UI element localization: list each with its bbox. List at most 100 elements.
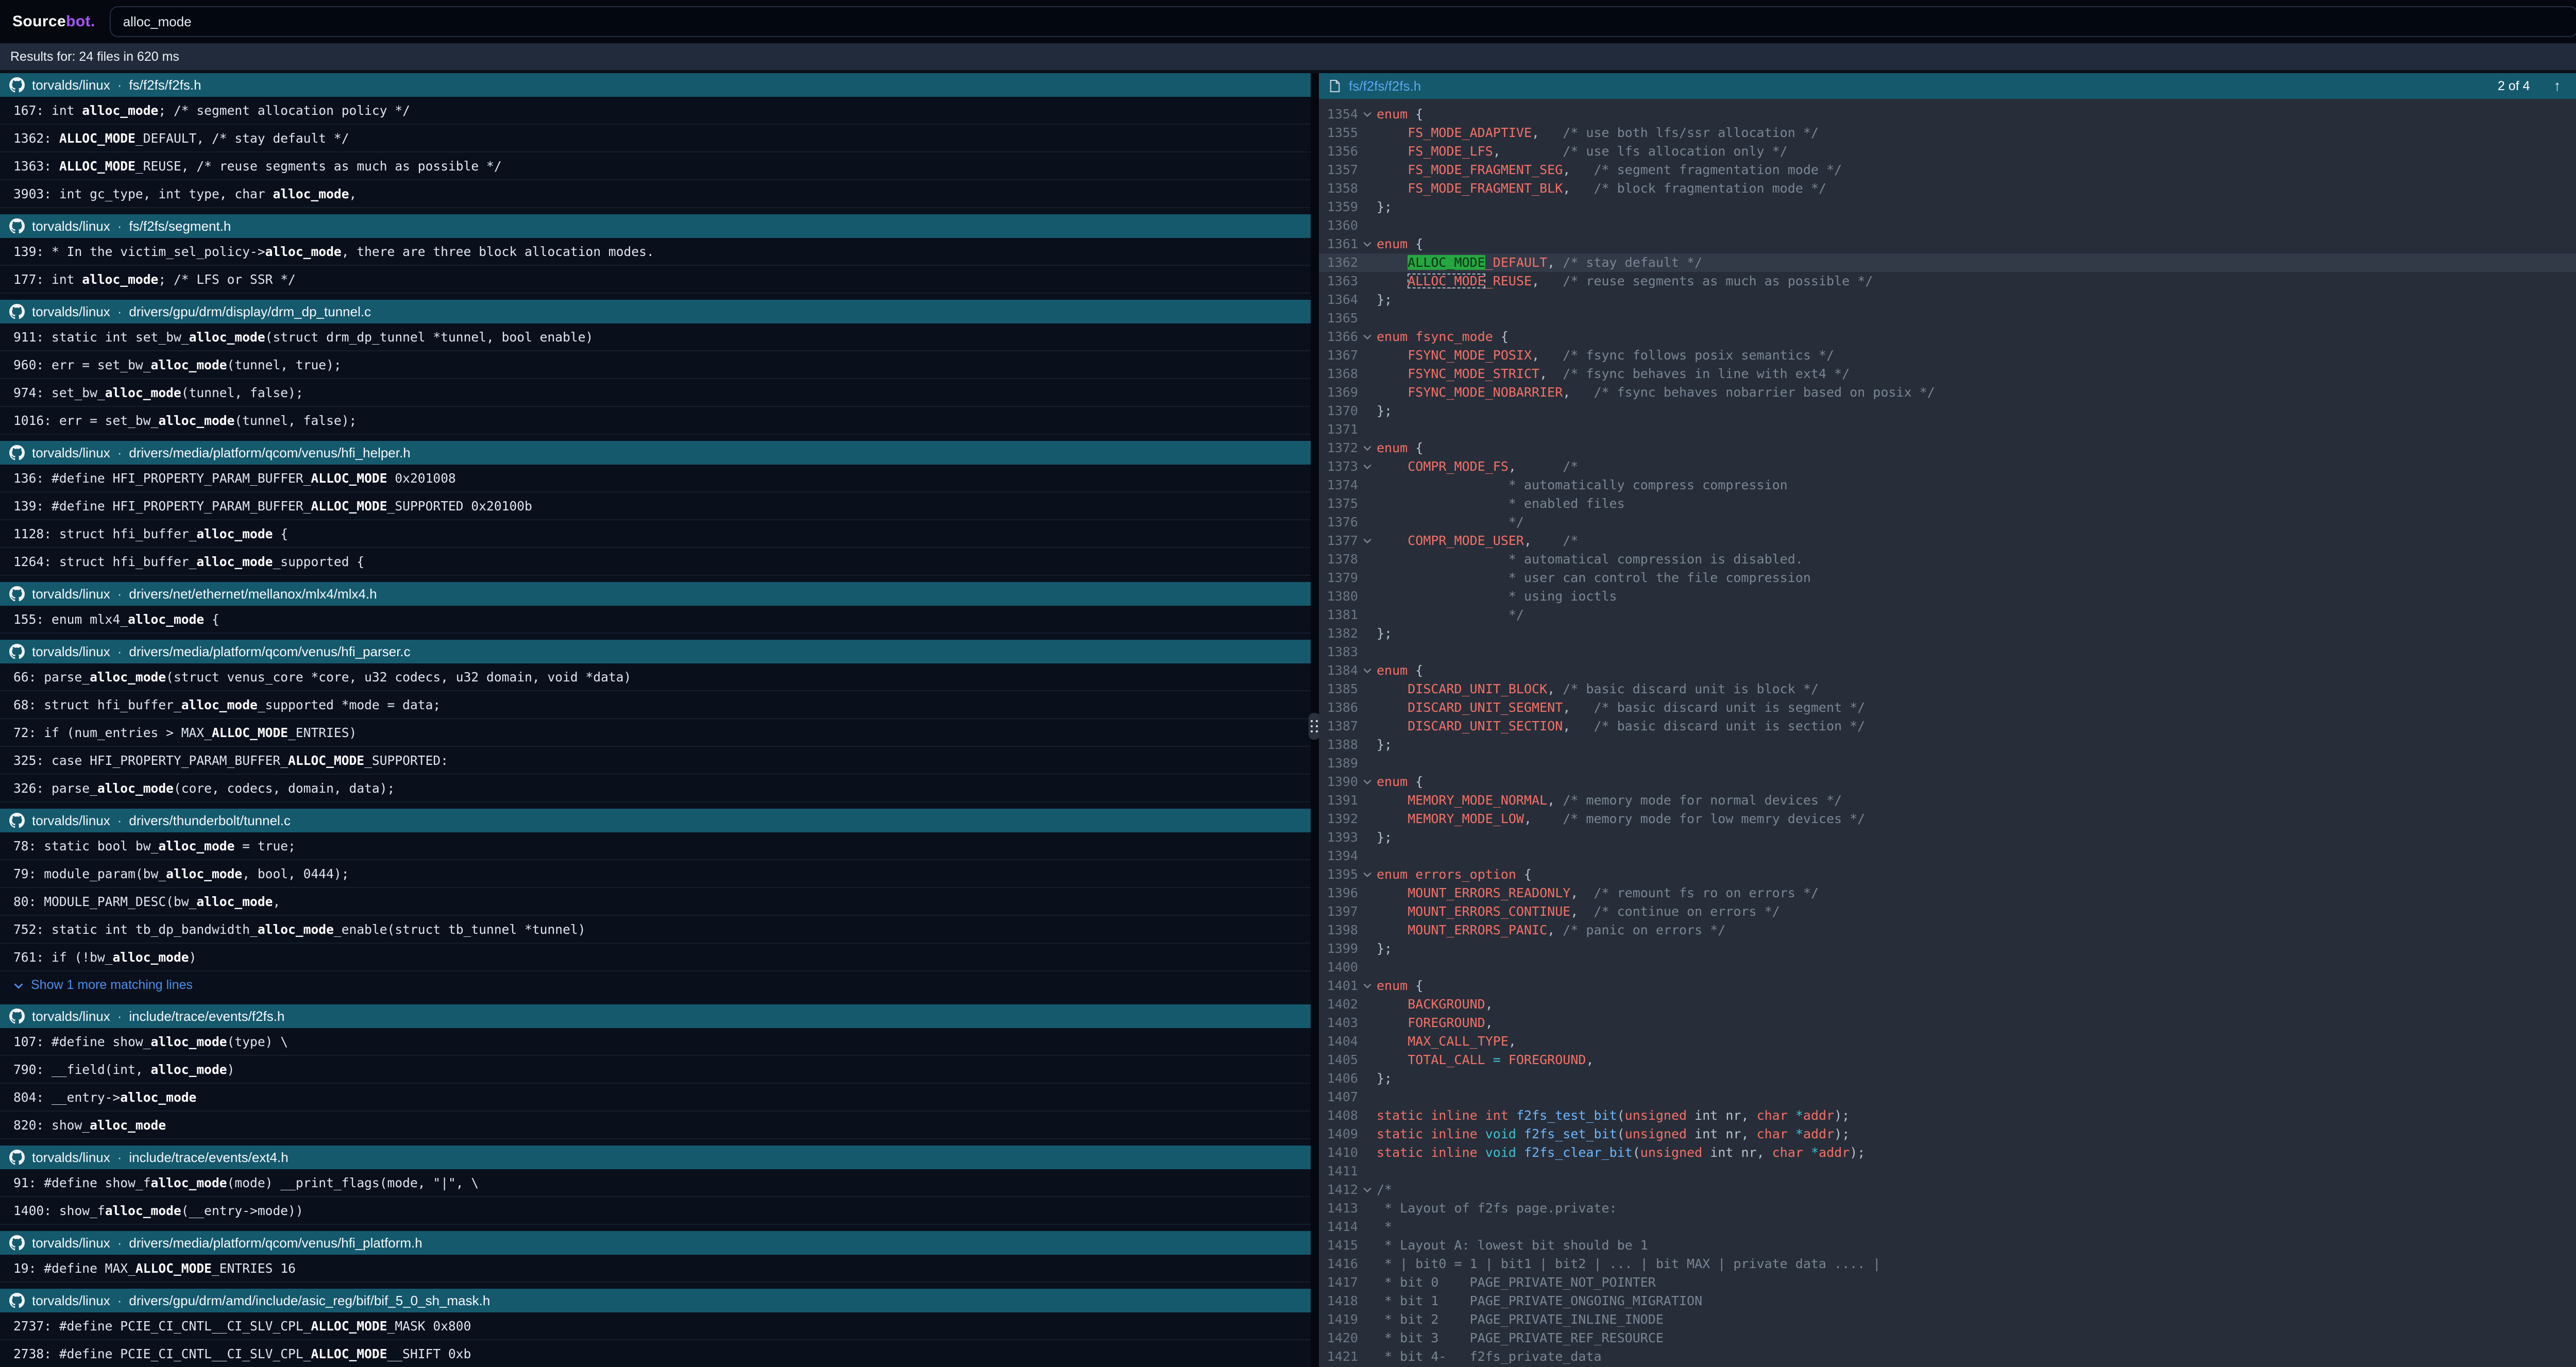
main-split: torvalds/linux·fs/f2fs/f2fs.h167: int al… xyxy=(0,70,2576,1367)
fold-spacer xyxy=(1358,698,1377,717)
fold-chevron-icon[interactable] xyxy=(1358,105,1377,124)
fold-chevron-icon[interactable] xyxy=(1358,773,1377,791)
match-line[interactable]: 1363: ALLOC_MODE_REUSE, /* reuse segment… xyxy=(0,152,1311,180)
file-group: torvalds/linux·drivers/gpu/drm/display/d… xyxy=(0,300,1311,435)
file-result-header[interactable]: torvalds/linux·drivers/gpu/drm/display/d… xyxy=(0,300,1311,323)
code-line: 1362 ALLOC_MODE_DEFAULT, /* stay default… xyxy=(1319,253,2576,272)
match-line[interactable]: 911: static int set_bw_alloc_mode(struct… xyxy=(0,323,1311,351)
line-number: 1381 xyxy=(1319,606,1358,624)
code-line: 1387 DISCARD_UNIT_SECTION, /* basic disc… xyxy=(1319,717,2576,736)
match-line[interactable]: 1264: struct hfi_buffer_alloc_mode_suppo… xyxy=(0,548,1311,576)
match-counter: 2 of 4 xyxy=(2498,79,2530,94)
match-line[interactable]: 19: #define MAX_ALLOC_MODE_ENTRIES 16 xyxy=(0,1255,1311,1283)
fold-chevron-icon[interactable] xyxy=(1358,235,1377,253)
match-line[interactable]: 136: #define HFI_PROPERTY_PARAM_BUFFER_A… xyxy=(0,465,1311,492)
code-line: 1367 FSYNC_MODE_POSIX, /* fsync follows … xyxy=(1319,346,2576,365)
match-line[interactable]: 79: module_param(bw_alloc_mode, bool, 04… xyxy=(0,860,1311,888)
fold-spacer xyxy=(1358,365,1377,383)
file-result-header[interactable]: torvalds/linux·drivers/net/ethernet/mell… xyxy=(0,582,1311,606)
match-line[interactable]: 790: __field(int, alloc_mode) xyxy=(0,1056,1311,1084)
match-line[interactable]: 78: static bool bw_alloc_mode = true; xyxy=(0,832,1311,860)
fold-chevron-icon[interactable] xyxy=(1358,328,1377,346)
fold-chevron-icon[interactable] xyxy=(1358,1181,1377,1199)
file-result-header[interactable]: torvalds/linux·drivers/thunderbolt/tunne… xyxy=(0,809,1311,832)
match-line[interactable]: 1016: err = set_bw_alloc_mode(tunnel, fa… xyxy=(0,407,1311,435)
repo-name: torvalds/linux xyxy=(32,586,110,602)
fold-chevron-icon[interactable] xyxy=(1358,661,1377,680)
line-number: 1375 xyxy=(1319,494,1358,513)
file-result-header[interactable]: torvalds/linux·drivers/media/platform/qc… xyxy=(0,1231,1311,1255)
match-line[interactable]: 752: static int tb_dp_bandwidth_alloc_mo… xyxy=(0,916,1311,944)
code-lines: 1354enum {1355 FS_MODE_ADAPTIVE, /* use … xyxy=(1319,105,2576,1366)
panel-resize-divider[interactable] xyxy=(1311,73,1319,1367)
fold-spacer xyxy=(1358,1088,1377,1106)
match-line[interactable]: 177: int alloc_mode; /* LFS or SSR */ xyxy=(0,266,1311,294)
file-result-header[interactable]: torvalds/linux·drivers/media/platform/qc… xyxy=(0,640,1311,663)
match-line[interactable]: 325: case HFI_PROPERTY_PARAM_BUFFER_ALLO… xyxy=(0,747,1311,775)
match-line[interactable]: 3903: int gc_type, int type, char alloc_… xyxy=(0,180,1311,208)
previous-match-button[interactable]: ↑ xyxy=(2554,79,2561,93)
fold-spacer xyxy=(1358,550,1377,569)
show-more-link[interactable]: Show 1 more matching lines xyxy=(0,971,1311,998)
fold-spacer xyxy=(1358,569,1377,587)
match-line[interactable]: 974: set_bw_alloc_mode(tunnel, false); xyxy=(0,379,1311,407)
line-number: 1401 xyxy=(1319,977,1358,995)
match-line[interactable]: 167: int alloc_mode; /* segment allocati… xyxy=(0,97,1311,125)
file-result-header[interactable]: torvalds/linux·include/trace/events/f2fs… xyxy=(0,1004,1311,1028)
fold-spacer xyxy=(1358,754,1377,773)
match-line[interactable]: 107: #define show_alloc_mode(type) \ xyxy=(0,1028,1311,1056)
fold-spacer xyxy=(1358,253,1377,272)
line-number: 1409 xyxy=(1319,1125,1358,1143)
fold-chevron-icon[interactable] xyxy=(1358,977,1377,995)
file-result-header[interactable]: torvalds/linux·drivers/gpu/drm/amd/inclu… xyxy=(0,1289,1311,1312)
code-text: DISCARD_UNIT_SECTION, /* basic discard u… xyxy=(1377,717,1865,736)
match-line[interactable]: 326: parse_alloc_mode(core, codecs, doma… xyxy=(0,775,1311,802)
file-result-header[interactable]: torvalds/linux·fs/f2fs/f2fs.h xyxy=(0,73,1311,97)
match-highlight: alloc_mode xyxy=(82,103,158,118)
match-line[interactable]: 72: if (num_entries > MAX_ALLOC_MODE_ENT… xyxy=(0,719,1311,747)
match-line[interactable]: 1400: show_falloc_mode(__entry->mode)) xyxy=(0,1197,1311,1225)
fold-spacer xyxy=(1358,1106,1377,1125)
match-line[interactable]: 139: * In the victim_sel_policy->alloc_m… xyxy=(0,238,1311,266)
match-line[interactable]: 80: MODULE_PARM_DESC(bw_alloc_mode, xyxy=(0,888,1311,916)
match-line[interactable]: 155: enum mlx4_alloc_mode { xyxy=(0,606,1311,634)
fold-chevron-icon[interactable] xyxy=(1358,865,1377,884)
match-line[interactable]: 68: struct hfi_buffer_alloc_mode_support… xyxy=(0,691,1311,719)
code-line: 1417 * bit 0 PAGE_PRIVATE_NOT_POINTER xyxy=(1319,1273,2576,1292)
match-highlight: alloc_mode xyxy=(151,1034,227,1049)
line-number: 1406 xyxy=(1319,1069,1358,1088)
file-result-header[interactable]: torvalds/linux·include/trace/events/ext4… xyxy=(0,1146,1311,1169)
match-line[interactable]: 761: if (!bw_alloc_mode) xyxy=(0,944,1311,971)
fold-chevron-icon[interactable] xyxy=(1358,439,1377,457)
match-line[interactable]: 960: err = set_bw_alloc_mode(tunnel, tru… xyxy=(0,351,1311,379)
code-line: 1391 MEMORY_MODE_NORMAL, /* memory mode … xyxy=(1319,791,2576,810)
match-line[interactable]: 1362: ALLOC_MODE_DEFAULT, /* stay defaul… xyxy=(0,125,1311,152)
preview-file-path[interactable]: fs/f2fs/f2fs.h xyxy=(1349,78,1421,94)
match-line[interactable]: 91: #define show_falloc_mode(mode) __pri… xyxy=(0,1169,1311,1197)
match-line[interactable]: 139: #define HFI_PROPERTY_PARAM_BUFFER_A… xyxy=(0,492,1311,520)
match-highlight: alloc_mode xyxy=(158,413,234,428)
match-line[interactable]: 2737: #define PCIE_CI_CNTL__CI_SLV_CPL_A… xyxy=(0,1312,1311,1340)
match-line[interactable]: 1128: struct hfi_buffer_alloc_mode { xyxy=(0,520,1311,548)
fold-spacer xyxy=(1358,216,1377,235)
code-line: 1385 DISCARD_UNIT_BLOCK, /* basic discar… xyxy=(1319,680,2576,698)
match-line[interactable]: 66: parse_alloc_mode(struct venus_core *… xyxy=(0,663,1311,691)
file-result-header[interactable]: torvalds/linux·fs/f2fs/segment.h xyxy=(0,214,1311,238)
fold-spacer xyxy=(1358,828,1377,847)
github-icon xyxy=(9,586,25,602)
fold-spacer xyxy=(1358,1199,1377,1218)
app-logo[interactable]: Sourcebot. xyxy=(12,13,95,30)
match-line[interactable]: 820: show_alloc_mode xyxy=(0,1112,1311,1139)
file-result-header[interactable]: torvalds/linux·drivers/media/platform/qc… xyxy=(0,441,1311,465)
search-input[interactable] xyxy=(110,6,2576,37)
fold-chevron-icon[interactable] xyxy=(1358,457,1377,476)
fold-spacer xyxy=(1358,309,1377,328)
code-text: * Layout of f2fs page.private: xyxy=(1377,1199,1617,1218)
code-line: 1403 FOREGROUND, xyxy=(1319,1014,2576,1032)
fold-chevron-icon[interactable] xyxy=(1358,532,1377,550)
grip-icon[interactable] xyxy=(1309,713,1320,740)
code-text: }; xyxy=(1377,624,1392,643)
match-line[interactable]: 804: __entry->alloc_mode xyxy=(0,1084,1311,1112)
match-highlight: alloc_mode xyxy=(196,894,273,909)
match-line[interactable]: 2738: #define PCIE_CI_CNTL__CI_SLV_CPL_A… xyxy=(0,1340,1311,1367)
